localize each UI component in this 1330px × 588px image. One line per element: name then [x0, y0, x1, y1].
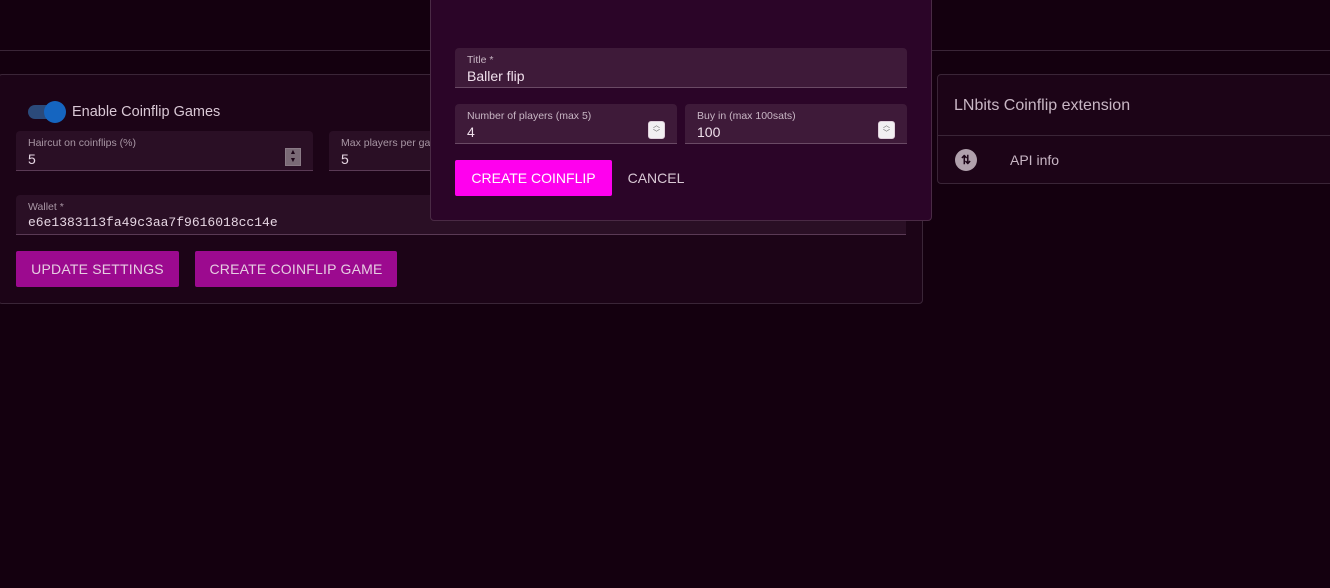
max-players-label: Max players per ga	[341, 137, 431, 149]
toggle-label: Enable Coinflip Games	[72, 104, 221, 120]
info-title: LNbits Coinflip extension	[954, 97, 1131, 114]
haircut-label: Haircut on coinflips (%)	[28, 137, 136, 149]
buyin-field[interactable]: Buy in (max 100sats) 100 ︿ ﹀	[685, 104, 907, 144]
title-value[interactable]: Baller flip	[467, 68, 525, 84]
players-label: Number of players (max 5)	[467, 110, 592, 122]
enable-coinflip-toggle[interactable]: Enable Coinflip Games	[28, 100, 220, 124]
toggle-track[interactable]	[28, 101, 66, 123]
max-players-field[interactable]: Max players per ga 5	[329, 131, 439, 171]
buyin-value[interactable]: 100	[697, 124, 720, 140]
cancel-button[interactable]: CANCEL	[618, 160, 694, 196]
buyin-label: Buy in (max 100sats)	[697, 110, 796, 122]
toggle-thumb[interactable]	[44, 101, 66, 123]
api-info-row[interactable]: ⇅ API info	[955, 148, 1059, 172]
create-coinflip-button[interactable]: CREATE COINFLIP	[455, 160, 612, 196]
buyin-stepper-icon[interactable]: ︿ ﹀	[878, 121, 895, 139]
haircut-field[interactable]: Haircut on coinflips (%) 5 ▲ ▼	[16, 131, 313, 171]
info-divider	[938, 135, 1330, 136]
title-label: Title *	[467, 54, 494, 66]
players-field[interactable]: Number of players (max 5) 4 ︿ ﹀	[455, 104, 677, 144]
wallet-value[interactable]: e6e1383113fa49c3aa7f9616018cc14e	[28, 215, 278, 230]
title-field[interactable]: Title * Baller flip	[455, 48, 907, 88]
create-coinflip-game-button[interactable]: CREATE COINFLIP GAME	[195, 251, 397, 287]
update-settings-button[interactable]: UPDATE SETTINGS	[16, 251, 179, 287]
wallet-label: Wallet *	[28, 201, 64, 213]
max-players-value[interactable]: 5	[341, 151, 349, 167]
api-info-label: API info	[1010, 152, 1060, 168]
haircut-stepper-icon[interactable]: ▲ ▼	[285, 148, 301, 166]
players-value[interactable]: 4	[467, 124, 475, 140]
players-stepper-icon[interactable]: ︿ ﹀	[648, 121, 665, 139]
swap-vertical-icon: ⇅	[955, 149, 977, 171]
haircut-value[interactable]: 5	[28, 151, 36, 167]
